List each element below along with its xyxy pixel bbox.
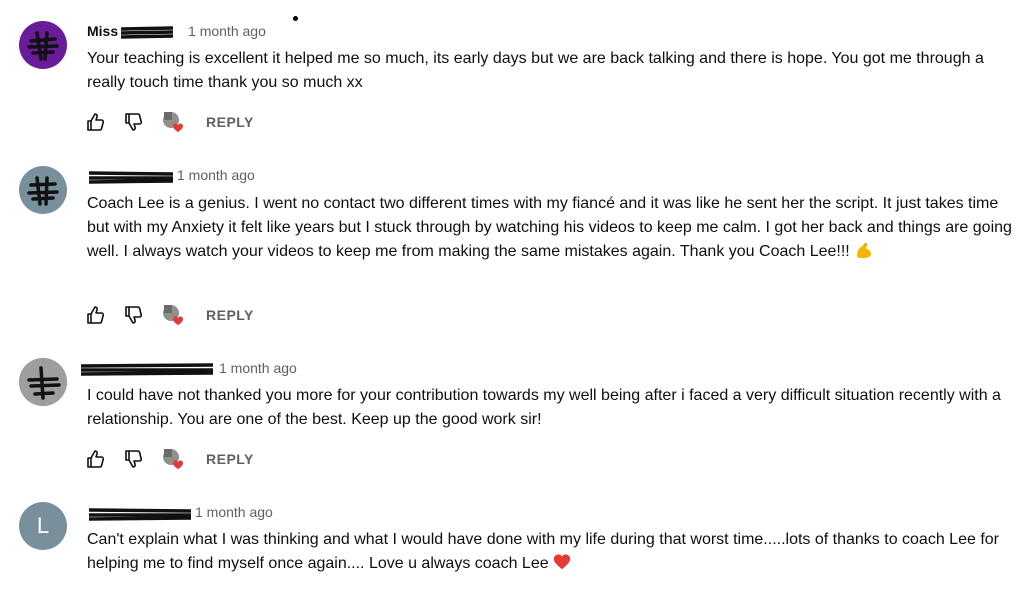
avatar-letter: L bbox=[36, 513, 50, 538]
creator-heart-icon bbox=[163, 449, 183, 470]
flexed-biceps-emoji bbox=[856, 243, 871, 258]
comment-text: Can't explain what I was thinking and wh… bbox=[87, 528, 1012, 576]
reply-button[interactable]: REPLY bbox=[206, 114, 254, 130]
like-icon[interactable] bbox=[84, 447, 108, 471]
like-icon[interactable] bbox=[84, 303, 108, 327]
redaction-scribble bbox=[27, 31, 59, 61]
redaction-scribble bbox=[88, 508, 192, 521]
timestamp[interactable]: 1 month ago bbox=[188, 23, 266, 39]
timestamp[interactable]: 1 month ago bbox=[177, 167, 255, 183]
redaction-scribble bbox=[80, 363, 214, 376]
reply-button[interactable]: REPLY bbox=[206, 451, 254, 467]
action-bar: REPLY bbox=[84, 446, 254, 472]
stray-mark bbox=[293, 16, 298, 21]
comment-meta: 1 month ago bbox=[87, 502, 273, 522]
comment-meta: 1 month ago bbox=[87, 165, 255, 185]
comment-meta: 1 month ago bbox=[80, 358, 297, 378]
author-name[interactable] bbox=[87, 504, 192, 521]
avatar[interactable]: L bbox=[19, 502, 67, 550]
timestamp[interactable]: 1 month ago bbox=[195, 504, 273, 520]
author-name[interactable]: Miss bbox=[87, 23, 184, 39]
dislike-icon[interactable] bbox=[122, 447, 146, 471]
redaction-scribble bbox=[120, 26, 174, 39]
creator-heart-icon bbox=[163, 112, 183, 133]
redaction-scribble bbox=[27, 176, 59, 206]
comment-text: Your teaching is excellent it helped me … bbox=[87, 50, 984, 91]
comment-text: Coach Lee is a genius. I went no contact… bbox=[87, 192, 1012, 264]
avatar[interactable] bbox=[19, 166, 67, 214]
redaction-scribble bbox=[88, 171, 174, 184]
author-name[interactable] bbox=[80, 360, 215, 376]
author-name[interactable] bbox=[87, 167, 174, 184]
timestamp[interactable]: 1 month ago bbox=[219, 360, 297, 376]
creator-heart-icon bbox=[163, 305, 183, 326]
comment-meta: Miss 1 month ago bbox=[87, 21, 266, 41]
comment-text: I could have not thanked you more for yo… bbox=[87, 387, 1001, 428]
action-bar: REPLY bbox=[84, 109, 254, 135]
comment-text-body: Can't explain what I was thinking and wh… bbox=[87, 531, 999, 572]
redaction-scribble bbox=[19, 358, 67, 406]
avatar[interactable] bbox=[19, 21, 67, 69]
reply-button[interactable]: REPLY bbox=[206, 307, 254, 323]
action-bar: REPLY bbox=[84, 302, 254, 328]
like-icon[interactable] bbox=[84, 110, 108, 134]
dislike-icon[interactable] bbox=[122, 110, 146, 134]
red-heart-emoji bbox=[553, 554, 570, 570]
dislike-icon[interactable] bbox=[122, 303, 146, 327]
avatar[interactable] bbox=[19, 358, 67, 406]
